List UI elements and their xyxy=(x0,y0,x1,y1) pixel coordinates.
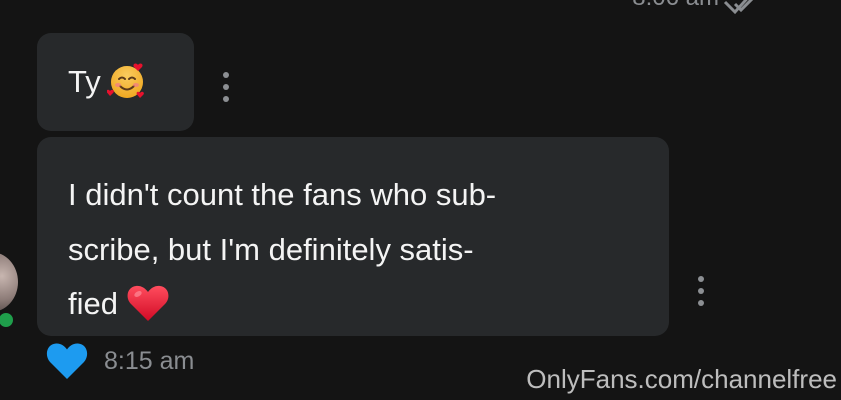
message-time: 8:15 am xyxy=(104,347,195,375)
more-dot xyxy=(698,288,704,294)
watermark: OnlyFans.com/channelfree xyxy=(526,364,837,394)
message-bubble[interactable]: I didn't count the fans who sub- scribe,… xyxy=(37,137,669,336)
blue-heart-icon[interactable] xyxy=(46,341,88,381)
message-options-button[interactable] xyxy=(216,72,236,102)
message-line-text: fied xyxy=(68,286,118,321)
message-line-last: fied xyxy=(68,277,648,332)
message-bubble[interactable]: Ty xyxy=(37,33,194,131)
chat-view: 8:06 am Ty xyxy=(0,0,841,400)
online-status-dot xyxy=(0,310,16,330)
double-check-icon xyxy=(723,0,754,15)
more-dot xyxy=(223,96,229,102)
red-heart-icon xyxy=(127,285,169,321)
smiling-face-with-hearts-icon xyxy=(106,63,144,98)
avatar[interactable] xyxy=(0,252,18,312)
message-line: I didn't count the fans who sub- xyxy=(68,177,497,212)
message-text: I didn't count the fans who sub- scribe,… xyxy=(68,168,648,332)
message-options-button[interactable] xyxy=(691,276,711,306)
message-text-content: Ty xyxy=(68,64,101,99)
message-text: Ty xyxy=(68,56,147,108)
message-line: scribe, but I'm definitely satis- xyxy=(68,231,474,267)
previous-message-time: 8:06 am xyxy=(632,0,719,12)
more-dot xyxy=(698,276,704,282)
more-dot xyxy=(698,300,704,306)
more-dot xyxy=(223,72,229,78)
more-dot xyxy=(223,84,229,90)
